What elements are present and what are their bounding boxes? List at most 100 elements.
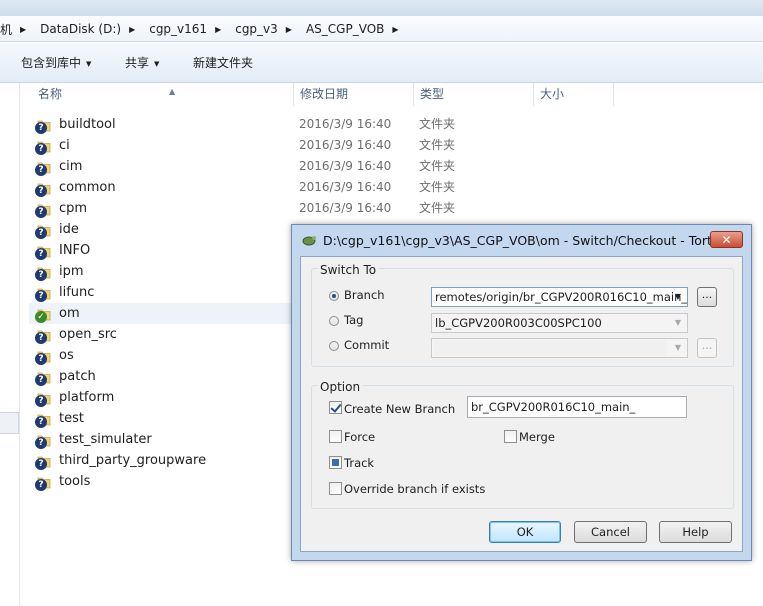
chevron-right-icon[interactable]: ▶ xyxy=(15,25,34,34)
question-overlay-icon: ? xyxy=(35,353,47,365)
file-row[interactable]: ? buildtool 2016/3/9 16:40 文件夹 xyxy=(29,114,629,135)
ok-button[interactable]: OK xyxy=(489,521,561,543)
column-header-size-label: 大小 xyxy=(540,87,565,101)
file-row[interactable]: ? common 2016/3/9 16:40 文件夹 xyxy=(29,177,629,198)
question-overlay-icon: ? xyxy=(35,290,47,302)
question-overlay-icon: ? xyxy=(35,437,47,449)
chevron-right-icon[interactable]: ▶ xyxy=(281,25,300,34)
tag-label[interactable]: Tag xyxy=(344,313,363,327)
help-button[interactable]: Help xyxy=(659,521,732,543)
question-overlay-icon: ? xyxy=(35,332,47,344)
include-in-library-label: 包含到库中 xyxy=(21,56,82,70)
file-modified-date: 2016/3/9 16:40 xyxy=(299,138,392,152)
chevron-down-icon[interactable]: ▼ xyxy=(670,340,686,356)
override-branch-checkbox[interactable] xyxy=(329,482,342,495)
commit-browse-label: ... xyxy=(701,339,713,352)
create-new-branch-checkbox[interactable] xyxy=(329,401,342,414)
override-branch-label[interactable]: Override branch if exists xyxy=(344,482,485,496)
chevron-down-icon[interactable]: ▼ xyxy=(670,289,686,305)
column-header-name[interactable]: ▲ 名称 xyxy=(32,83,294,106)
file-row[interactable]: ? cim 2016/3/9 16:40 文件夹 xyxy=(29,156,629,177)
folder-git-unversioned-icon: ? xyxy=(35,454,51,470)
file-name: cpm xyxy=(59,201,88,216)
chevron-right-icon[interactable]: ▶ xyxy=(210,25,229,34)
folder-git-unversioned-icon: ? xyxy=(35,118,51,134)
share-button[interactable]: 共享 ▼ xyxy=(125,43,159,83)
checkmark-overlay-icon: ✓ xyxy=(35,311,47,323)
commit-radio[interactable] xyxy=(329,341,339,351)
file-name: third_party_groupware xyxy=(59,453,207,468)
branch-browse-label: ... xyxy=(701,288,713,301)
question-overlay-icon: ? xyxy=(35,164,47,176)
track-label[interactable]: Track xyxy=(344,456,374,470)
file-name: ipm xyxy=(59,264,84,279)
file-name: os xyxy=(59,348,74,363)
commit-combobox[interactable]: ▼ xyxy=(431,338,688,358)
chevron-right-icon[interactable]: ▶ xyxy=(387,25,406,34)
file-name: lifunc xyxy=(59,285,95,300)
folder-git-unversioned-icon: ? xyxy=(35,244,51,260)
branch-browse-button[interactable]: ... xyxy=(697,287,717,307)
merge-checkbox[interactable] xyxy=(504,430,517,443)
column-header-modified[interactable]: 修改日期 xyxy=(294,83,414,106)
column-header-type[interactable]: 类型 xyxy=(414,83,534,106)
breadcrumb-computer[interactable]: 机 xyxy=(0,21,15,38)
dialog-title: D:\cgp_v161\cgp_v3\AS_CGP_VOB\om - Switc… xyxy=(323,233,735,248)
navigation-pane[interactable] xyxy=(0,83,20,606)
sort-ascending-icon: ▲ xyxy=(169,87,176,96)
folder-git-unversioned-icon: ? xyxy=(35,181,51,197)
column-header-modified-label: 修改日期 xyxy=(300,87,349,101)
branch-combobox[interactable]: remotes/origin/br_CGPV200R016C10_main_ ▼ xyxy=(431,287,688,307)
question-overlay-icon: ? xyxy=(35,122,47,134)
branch-radio[interactable] xyxy=(329,291,339,301)
file-row[interactable]: ? cpm 2016/3/9 16:40 文件夹 xyxy=(29,198,629,219)
track-checkbox[interactable] xyxy=(329,456,342,469)
breadcrumb-as-cgp-vob[interactable]: AS_CGP_VOB xyxy=(300,22,387,36)
switch-checkout-dialog: D:\cgp_v161\cgp_v3\AS_CGP_VOB\om - Switc… xyxy=(291,224,752,561)
folder-git-normal-icon: ✓ xyxy=(35,307,51,323)
chevron-right-icon[interactable]: ▶ xyxy=(124,25,143,34)
file-name: platform xyxy=(59,390,115,405)
create-new-branch-label[interactable]: Create New Branch xyxy=(344,402,455,416)
branch-value: remotes/origin/br_CGPV200R016C10_main_ xyxy=(435,290,688,304)
folder-git-unversioned-icon: ? xyxy=(35,328,51,344)
question-overlay-icon: ? xyxy=(35,227,47,239)
breadcrumb-cgp-v3[interactable]: cgp_v3 xyxy=(229,22,281,36)
merge-label[interactable]: Merge xyxy=(519,430,555,444)
column-header-name-label: 名称 xyxy=(38,87,63,101)
file-name: tools xyxy=(59,474,91,489)
tag-combobox[interactable]: lb_CGPV200R003C00SPC100 ▼ xyxy=(431,313,688,333)
file-row[interactable]: ? ci 2016/3/9 16:40 文件夹 xyxy=(29,135,629,156)
commit-label[interactable]: Commit xyxy=(344,338,389,352)
new-folder-button[interactable]: 新建文件夹 xyxy=(193,43,253,83)
file-name: test xyxy=(59,411,84,426)
folder-git-unversioned-icon: ? xyxy=(35,412,51,428)
force-checkbox[interactable] xyxy=(329,430,342,443)
file-name: buildtool xyxy=(59,117,116,132)
column-header-size[interactable]: 大小 xyxy=(534,83,614,106)
option-label: Option xyxy=(318,380,363,394)
new-branch-name-input[interactable]: br_CGPV200R016C10_main_ xyxy=(467,396,687,418)
chevron-down-icon[interactable]: ▼ xyxy=(670,315,686,331)
folder-git-unversioned-icon: ? xyxy=(35,223,51,239)
tag-value: lb_CGPV200R003C00SPC100 xyxy=(435,316,602,330)
navigation-pane-selected-item[interactable] xyxy=(0,412,19,434)
question-overlay-icon: ? xyxy=(35,143,47,155)
breadcrumb-cgp-v161[interactable]: cgp_v161 xyxy=(143,22,210,36)
folder-git-unversioned-icon: ? xyxy=(35,265,51,281)
force-label[interactable]: Force xyxy=(344,430,375,444)
question-overlay-icon: ? xyxy=(35,374,47,386)
close-button[interactable]: ✕ xyxy=(710,231,743,248)
folder-git-unversioned-icon: ? xyxy=(35,139,51,155)
cancel-button[interactable]: Cancel xyxy=(574,521,647,543)
tag-radio[interactable] xyxy=(329,316,339,326)
folder-git-unversioned-icon: ? xyxy=(35,160,51,176)
file-modified-date: 2016/3/9 16:40 xyxy=(299,117,392,131)
branch-label[interactable]: Branch xyxy=(344,288,385,302)
address-bar[interactable]: 机 ▶ DataDisk (D:) ▶ cgp_v161 ▶ cgp_v3 ▶ … xyxy=(0,16,763,42)
include-in-library-button[interactable]: 包含到库中 ▼ xyxy=(21,43,91,83)
close-icon: ✕ xyxy=(721,233,732,247)
commit-browse-button[interactable]: ... xyxy=(697,338,717,358)
dialog-title-bar[interactable]: D:\cgp_v161\cgp_v3\AS_CGP_VOB\om - Switc… xyxy=(292,225,751,255)
breadcrumb-datadisk[interactable]: DataDisk (D:) xyxy=(34,22,124,36)
